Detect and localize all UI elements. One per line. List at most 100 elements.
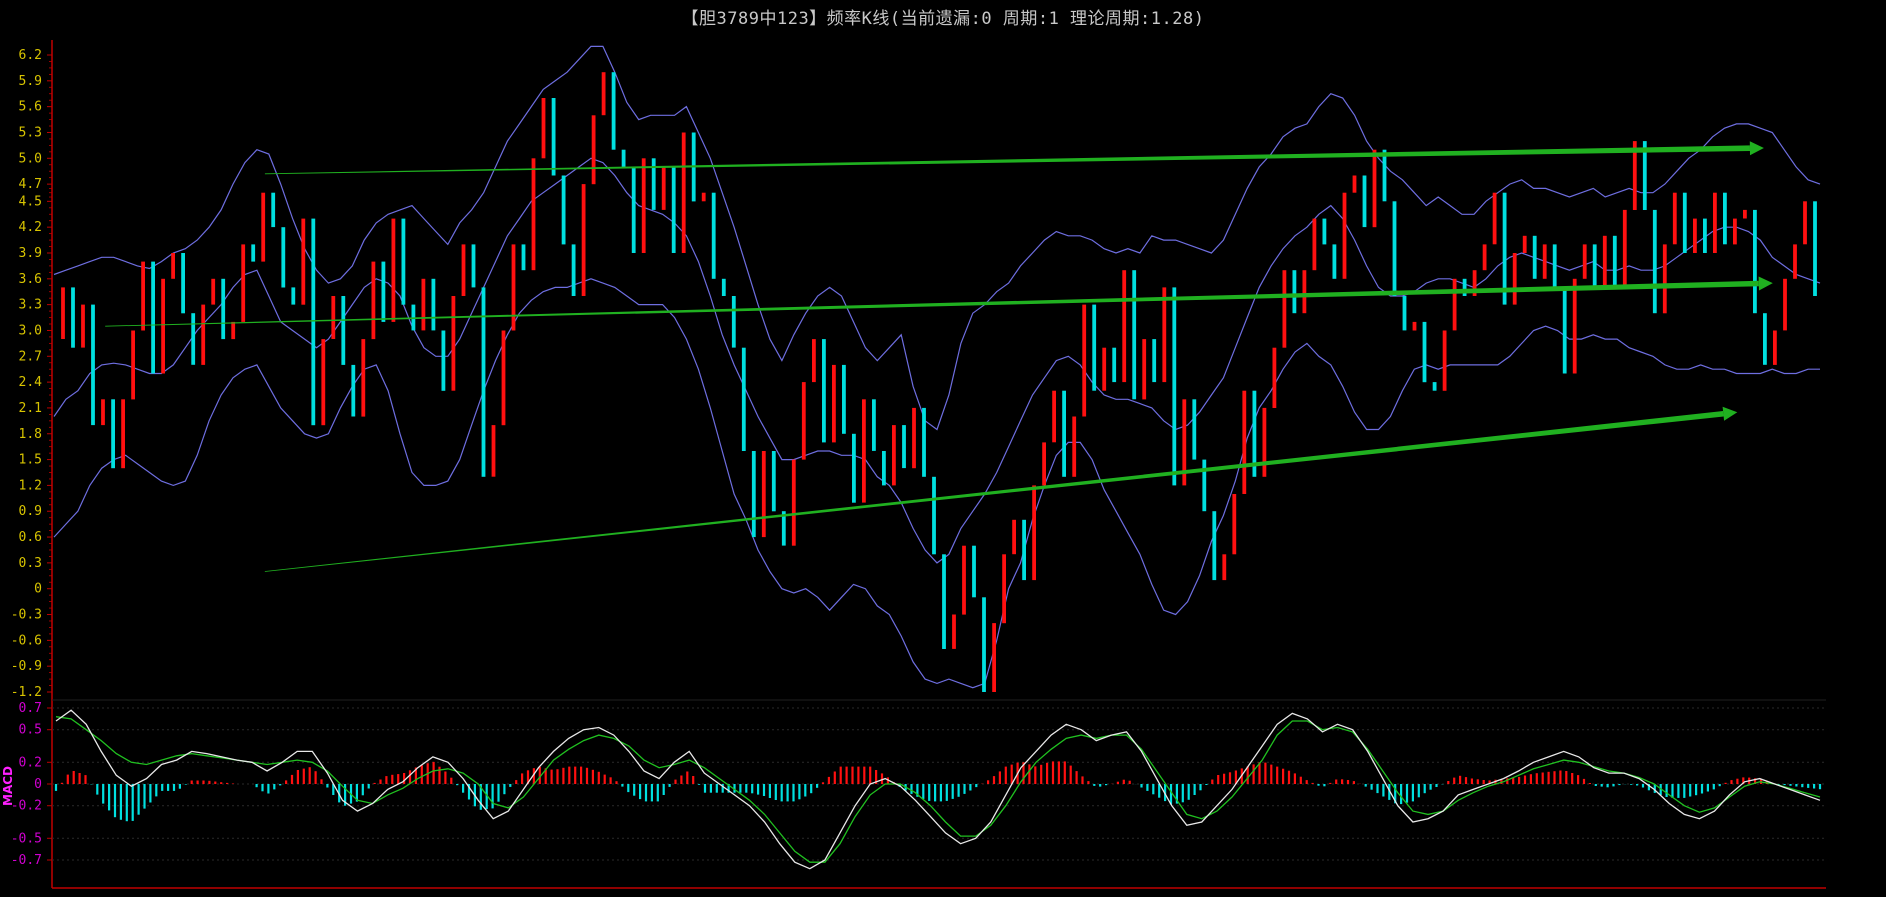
trend-arrow-head: [1722, 406, 1738, 421]
down-candle: [1292, 270, 1297, 314]
y-tick-label: 5.6: [19, 100, 42, 115]
y-tick-label: 1.5: [19, 453, 42, 468]
down-candle: [671, 166, 676, 253]
up-candle: [451, 296, 456, 391]
up-candle: [581, 184, 586, 296]
up-candle: [1222, 554, 1227, 581]
up-candle: [952, 614, 956, 649]
up-candle: [1452, 278, 1457, 331]
up-candle: [1542, 244, 1547, 279]
up-candle: [461, 244, 466, 296]
down-candle: [1723, 192, 1727, 245]
macd-panel: 0.7 0.5 0.2 0 -0.2 -0.5 -0.7 MACD: [1, 701, 1826, 870]
down-candle: [1763, 313, 1767, 365]
down-candle: [1092, 304, 1097, 391]
y-tick-label: -1.2: [11, 685, 42, 700]
down-candle: [521, 244, 526, 271]
down-candle: [281, 227, 286, 288]
up-candle: [1012, 519, 1016, 555]
down-candle: [731, 296, 736, 348]
up-candle: [1743, 209, 1747, 219]
down-candle: [1703, 218, 1707, 253]
up-candle: [1713, 192, 1717, 253]
y-tick-label: -0.6: [11, 633, 42, 648]
down-candle: [1753, 209, 1757, 314]
up-candle: [1102, 347, 1107, 391]
down-candle: [1192, 399, 1197, 460]
frequency-k-chart: 6.2 5.9 5.6 5.3 5.0 4.7 4.5 4.2 3.9 3.6 3.3 3.0 2.7 2…: [1, 40, 1826, 889]
up-candle: [371, 261, 376, 340]
up-candle: [1372, 149, 1377, 228]
up-candle: [1072, 416, 1077, 477]
up-candle: [1142, 339, 1147, 400]
up-candle: [1693, 218, 1697, 253]
up-candle: [1672, 192, 1677, 245]
up-candle: [801, 382, 806, 460]
up-candle: [1002, 554, 1006, 624]
down-candle: [711, 192, 716, 279]
up-candle: [231, 321, 236, 340]
down-candle: [972, 545, 976, 598]
up-candle: [211, 278, 216, 305]
down-candle: [621, 149, 626, 167]
up-candle: [301, 218, 306, 305]
up-candle: [1482, 244, 1487, 271]
up-candle: [531, 158, 536, 271]
up-candle: [1512, 253, 1517, 305]
down-candle: [71, 287, 75, 348]
y-tick-label: 0.9: [19, 504, 42, 519]
up-candle: [1412, 321, 1417, 331]
up-candle: [161, 278, 165, 374]
down-candle: [401, 218, 406, 305]
up-candle: [201, 304, 206, 365]
down-candle: [1552, 244, 1557, 288]
down-candle: [551, 98, 556, 176]
down-candle: [1132, 270, 1137, 400]
down-candle: [1382, 149, 1387, 202]
down-candle: [1813, 201, 1817, 296]
y-tick-label: 0.6: [19, 530, 42, 545]
up-candle: [1522, 235, 1527, 253]
down-candle: [341, 296, 346, 365]
up-candle: [1082, 304, 1087, 417]
macd-tick-label: 0.7: [19, 701, 42, 716]
y-tick-label: 1.2: [19, 478, 42, 493]
y-tick-label: 0.3: [19, 556, 42, 571]
y-tick-label: 4.5: [19, 194, 42, 209]
down-candle: [822, 339, 826, 443]
y-tick-label: -0.3: [11, 608, 42, 623]
down-candle: [1562, 287, 1567, 374]
down-candle: [291, 287, 296, 305]
down-candle: [942, 554, 946, 649]
up-candle: [1783, 278, 1787, 331]
down-candle: [571, 244, 576, 296]
down-candle: [1402, 296, 1407, 331]
trend-arrow-head: [1758, 276, 1773, 291]
up-candle: [1122, 270, 1127, 383]
macd-tick-label: -0.2: [11, 799, 42, 814]
y-tick-label: 5.9: [19, 74, 42, 89]
up-candle: [892, 425, 896, 486]
bollinger-bands: [53, 45, 1821, 689]
macd-tick-label: -0.7: [11, 853, 42, 868]
y-tick-label: 3.6: [19, 272, 42, 287]
down-candle: [471, 244, 476, 288]
up-candle: [1052, 390, 1056, 443]
down-candle: [741, 347, 746, 451]
y-axis-ticks: 6.2 5.9 5.6 5.3 5.0 4.7 4.5 4.2 3.9 3.6 3.3 3.0 2.7 2…: [11, 48, 52, 700]
up-candle: [962, 545, 966, 615]
candlesticks: [61, 72, 1817, 692]
up-candle: [912, 407, 916, 469]
down-candle: [311, 218, 316, 426]
up-candle: [832, 364, 836, 443]
down-candle: [381, 261, 386, 322]
y-tick-label: 5.3: [19, 125, 42, 140]
down-candle: [1432, 382, 1437, 391]
down-candle: [932, 476, 936, 555]
down-candle: [351, 364, 356, 417]
up-candle: [601, 72, 606, 116]
down-candle: [1422, 321, 1427, 383]
y-tick-label: 3.0: [19, 323, 42, 338]
y-tick-label: 2.1: [19, 401, 42, 416]
up-candle: [641, 158, 646, 253]
